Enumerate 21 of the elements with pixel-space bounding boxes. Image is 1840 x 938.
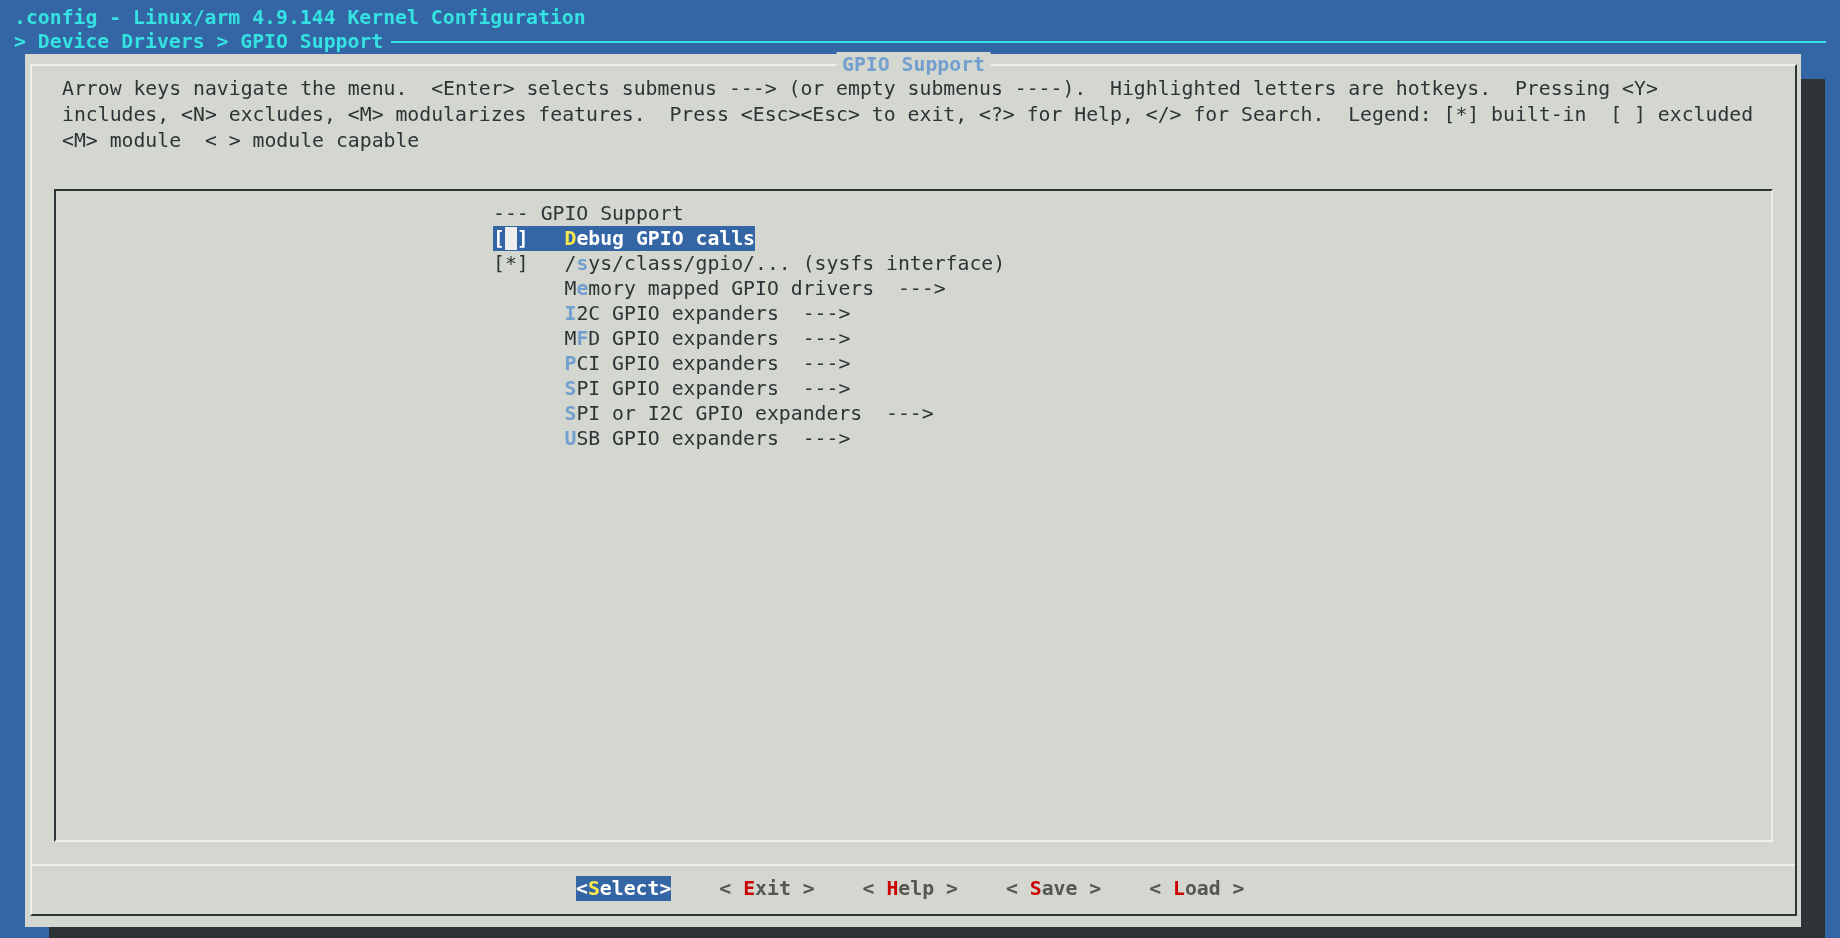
menu-item[interactable]: SPI or I2C GPIO expanders ---> <box>493 401 934 426</box>
dialog-button[interactable]: < Help > <box>862 876 958 901</box>
dialog-title: GPIO Support <box>836 52 991 77</box>
help-text: <M> module < > module capable <box>62 128 421 154</box>
menu-item[interactable]: I2C GPIO expanders ---> <box>493 301 851 326</box>
menu-item[interactable]: Memory mapped GPIO drivers ---> <box>493 276 946 301</box>
menu-item[interactable]: USB GPIO expanders ---> <box>493 426 851 451</box>
help-text: Arrow keys navigate the menu. <Enter> selects submenus ---> (or empty submenus ----). Highlighted letters are hotkeys. Pressing <Y> <box>62 76 1659 102</box>
window-title: .config - Linux/arm 4.9.144 Kernel Configuration <box>14 6 586 30</box>
dialog-button[interactable]: < Load > <box>1149 876 1245 901</box>
menu-item[interactable]: SPI GPIO expanders ---> <box>493 376 851 401</box>
menu-comment: --- GPIO Support <box>493 201 684 226</box>
menu-item[interactable]: PCI GPIO expanders ---> <box>493 351 851 376</box>
menu-item[interactable]: [*] /sys/class/gpio/... (sysfs interface) <box>493 251 1006 276</box>
menu-item[interactable]: MFD GPIO expanders ---> <box>493 326 851 351</box>
dialog-button[interactable]: < Exit > <box>719 876 815 901</box>
breadcrumb: > Device Drivers > GPIO Support <box>14 30 384 54</box>
menu-item[interactable]: [ ] Debug GPIO calls <box>493 226 755 251</box>
help-text: includes, <N> excludes, <M> modularizes features. Press <Esc><Esc> to exit, <?> for Help, </> for Search. Legend: [*] built-in [ ] excluded <box>62 102 1755 128</box>
dialog-button[interactable]: <Select> <box>576 876 672 901</box>
dialog-button[interactable]: < Save > <box>1005 876 1102 901</box>
